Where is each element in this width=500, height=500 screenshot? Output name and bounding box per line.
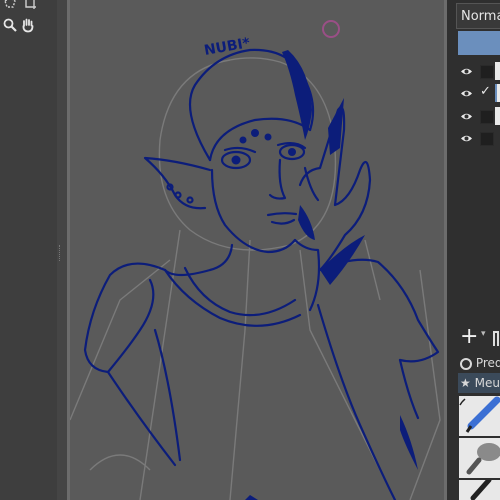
layer-row[interactable] — [457, 105, 500, 127]
layer-row[interactable]: ✓ — [457, 82, 500, 104]
preset-tag-selector[interactable]: ★ Meu — [458, 373, 500, 393]
tag-label: Meu — [474, 376, 500, 390]
preset-circle-icon — [460, 357, 472, 370]
layer-row-active[interactable] — [458, 31, 500, 55]
star-icon: ★ — [460, 376, 471, 390]
layer-checkbox[interactable] — [480, 110, 494, 124]
brush-cursor — [322, 20, 340, 38]
eye-icon[interactable] — [460, 65, 473, 78]
preset-selector[interactable]: Pred — [458, 353, 500, 373]
add-layer-dropdown[interactable]: ▾ — [481, 329, 486, 339]
crop-icon[interactable] — [22, 0, 38, 11]
eye-icon[interactable] — [460, 132, 473, 145]
checkmark-icon[interactable]: ✓ — [480, 84, 494, 100]
construction-sketch — [69, 57, 441, 500]
brush-preset-tile[interactable] — [459, 480, 500, 500]
drawing-canvas[interactable]: NUBI* — [67, 0, 446, 500]
preset-label: Pred — [475, 356, 500, 370]
layer-actions-bar: + ▾ — [458, 325, 500, 351]
brush-preset-tile[interactable] — [459, 438, 500, 478]
layer-row[interactable] — [457, 60, 500, 82]
blend-mode-select[interactable]: Normal — [456, 3, 500, 29]
eye-icon[interactable] — [460, 110, 473, 123]
layer-thumbnail — [495, 62, 500, 80]
layer-checkbox[interactable] — [480, 132, 494, 146]
artwork: NUBI* — [69, 35, 441, 500]
layer-thumbnail — [495, 84, 500, 102]
duplicate-layer-icon[interactable] — [493, 331, 499, 346]
canvas-left-edge — [67, 0, 70, 500]
add-layer-button[interactable]: + — [460, 325, 478, 349]
ink-lineart — [83, 48, 440, 500]
eye-icon[interactable] — [460, 87, 473, 100]
layer-checkbox[interactable] — [480, 65, 494, 79]
zoom-icon[interactable] — [2, 17, 18, 33]
brush-preset-tile[interactable] — [459, 396, 500, 436]
layer-row[interactable] — [457, 127, 500, 149]
pan-hand-icon[interactable] — [20, 17, 36, 33]
toolbox-panel — [0, 0, 57, 500]
left-dock-splitter[interactable] — [57, 0, 67, 500]
tool-row — [0, 0, 57, 34]
freehand-selection-icon[interactable] — [2, 0, 18, 11]
layer-thumbnail — [495, 107, 500, 125]
